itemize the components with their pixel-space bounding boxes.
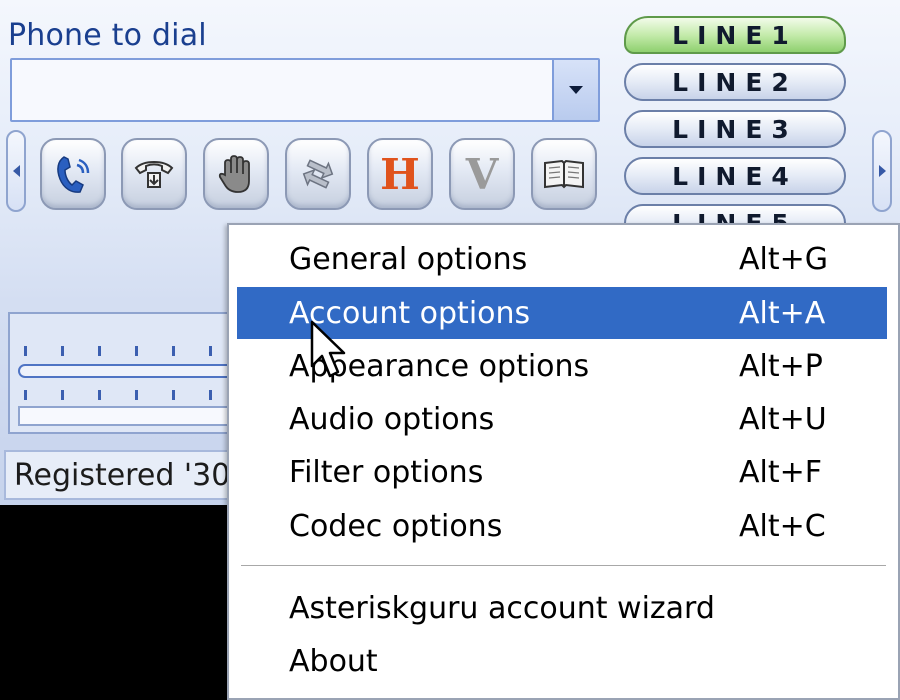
menu-item-filter-options[interactable]: Filter options Alt+F	[237, 446, 887, 498]
arrow-left-icon	[12, 165, 20, 177]
toolbar-scroll-left[interactable]	[6, 130, 26, 212]
menu-item-shortcut: Alt+C	[739, 509, 826, 544]
hold-button[interactable]	[203, 138, 269, 210]
transfer-button[interactable]	[285, 138, 351, 210]
line-3-button[interactable]: LINE3	[624, 110, 846, 148]
registration-status: Registered '30	[14, 458, 231, 493]
menu-item-label: Audio options	[289, 402, 495, 437]
menu-item-label: About	[289, 644, 378, 679]
line-4-button[interactable]: LINE4	[624, 157, 846, 195]
menu-item-general-options[interactable]: General options Alt+G	[237, 233, 887, 285]
dial-button[interactable]	[40, 138, 106, 210]
menu-item-about[interactable]: About	[237, 635, 887, 687]
menu-item-account-wizard[interactable]: Asteriskguru account wizard	[237, 582, 887, 634]
menu-item-codec-options[interactable]: Codec options Alt+C	[237, 500, 887, 552]
menu-item-audio-options[interactable]: Audio options Alt+U	[237, 393, 887, 445]
hand-icon	[218, 155, 250, 193]
phone-to-dial-combobox[interactable]	[10, 58, 600, 122]
menu-separator	[241, 565, 886, 568]
menu-item-label: Codec options	[289, 509, 503, 544]
menu-item-shortcut: Alt+F	[739, 455, 823, 490]
v-button[interactable]: V	[449, 138, 515, 210]
h-button[interactable]: H	[367, 138, 433, 210]
handset-icon	[57, 156, 90, 193]
letter-h-icon: H	[380, 149, 420, 199]
menu-item-shortcut: Alt+A	[739, 296, 826, 331]
menu-item-shortcut: Alt+U	[739, 402, 827, 437]
transfer-arrows-icon	[302, 159, 334, 189]
mouse-pointer-icon	[310, 320, 346, 378]
menu-item-label: Filter options	[289, 455, 484, 490]
volume-slider[interactable]	[18, 364, 248, 378]
slider-ticks-bottom	[24, 390, 244, 400]
dropdown-button[interactable]	[552, 60, 598, 120]
chevron-down-icon	[569, 86, 583, 94]
lines-scroll-right[interactable]	[872, 130, 892, 212]
telephone-icon	[134, 161, 174, 188]
menu-item-label: General options	[289, 242, 528, 277]
letter-v-icon: V	[465, 149, 499, 199]
menu-item-shortcut: Alt+P	[739, 349, 823, 384]
arrow-right-icon	[878, 165, 886, 177]
level-meter	[18, 406, 248, 426]
volume-panel	[8, 312, 248, 434]
hangup-button[interactable]	[121, 138, 187, 210]
line-2-button[interactable]: LINE2	[624, 63, 846, 101]
slider-ticks-top	[24, 346, 244, 356]
options-context-menu: General options Alt+G Account options Al…	[227, 223, 900, 700]
menu-item-label: Asteriskguru account wizard	[289, 591, 715, 626]
phone-to-dial-label: Phone to dial	[8, 18, 207, 53]
phonebook-button[interactable]	[531, 138, 597, 210]
line-1-button[interactable]: LINE1	[624, 16, 846, 54]
menu-item-shortcut: Alt+G	[739, 242, 829, 277]
book-icon	[544, 159, 584, 189]
